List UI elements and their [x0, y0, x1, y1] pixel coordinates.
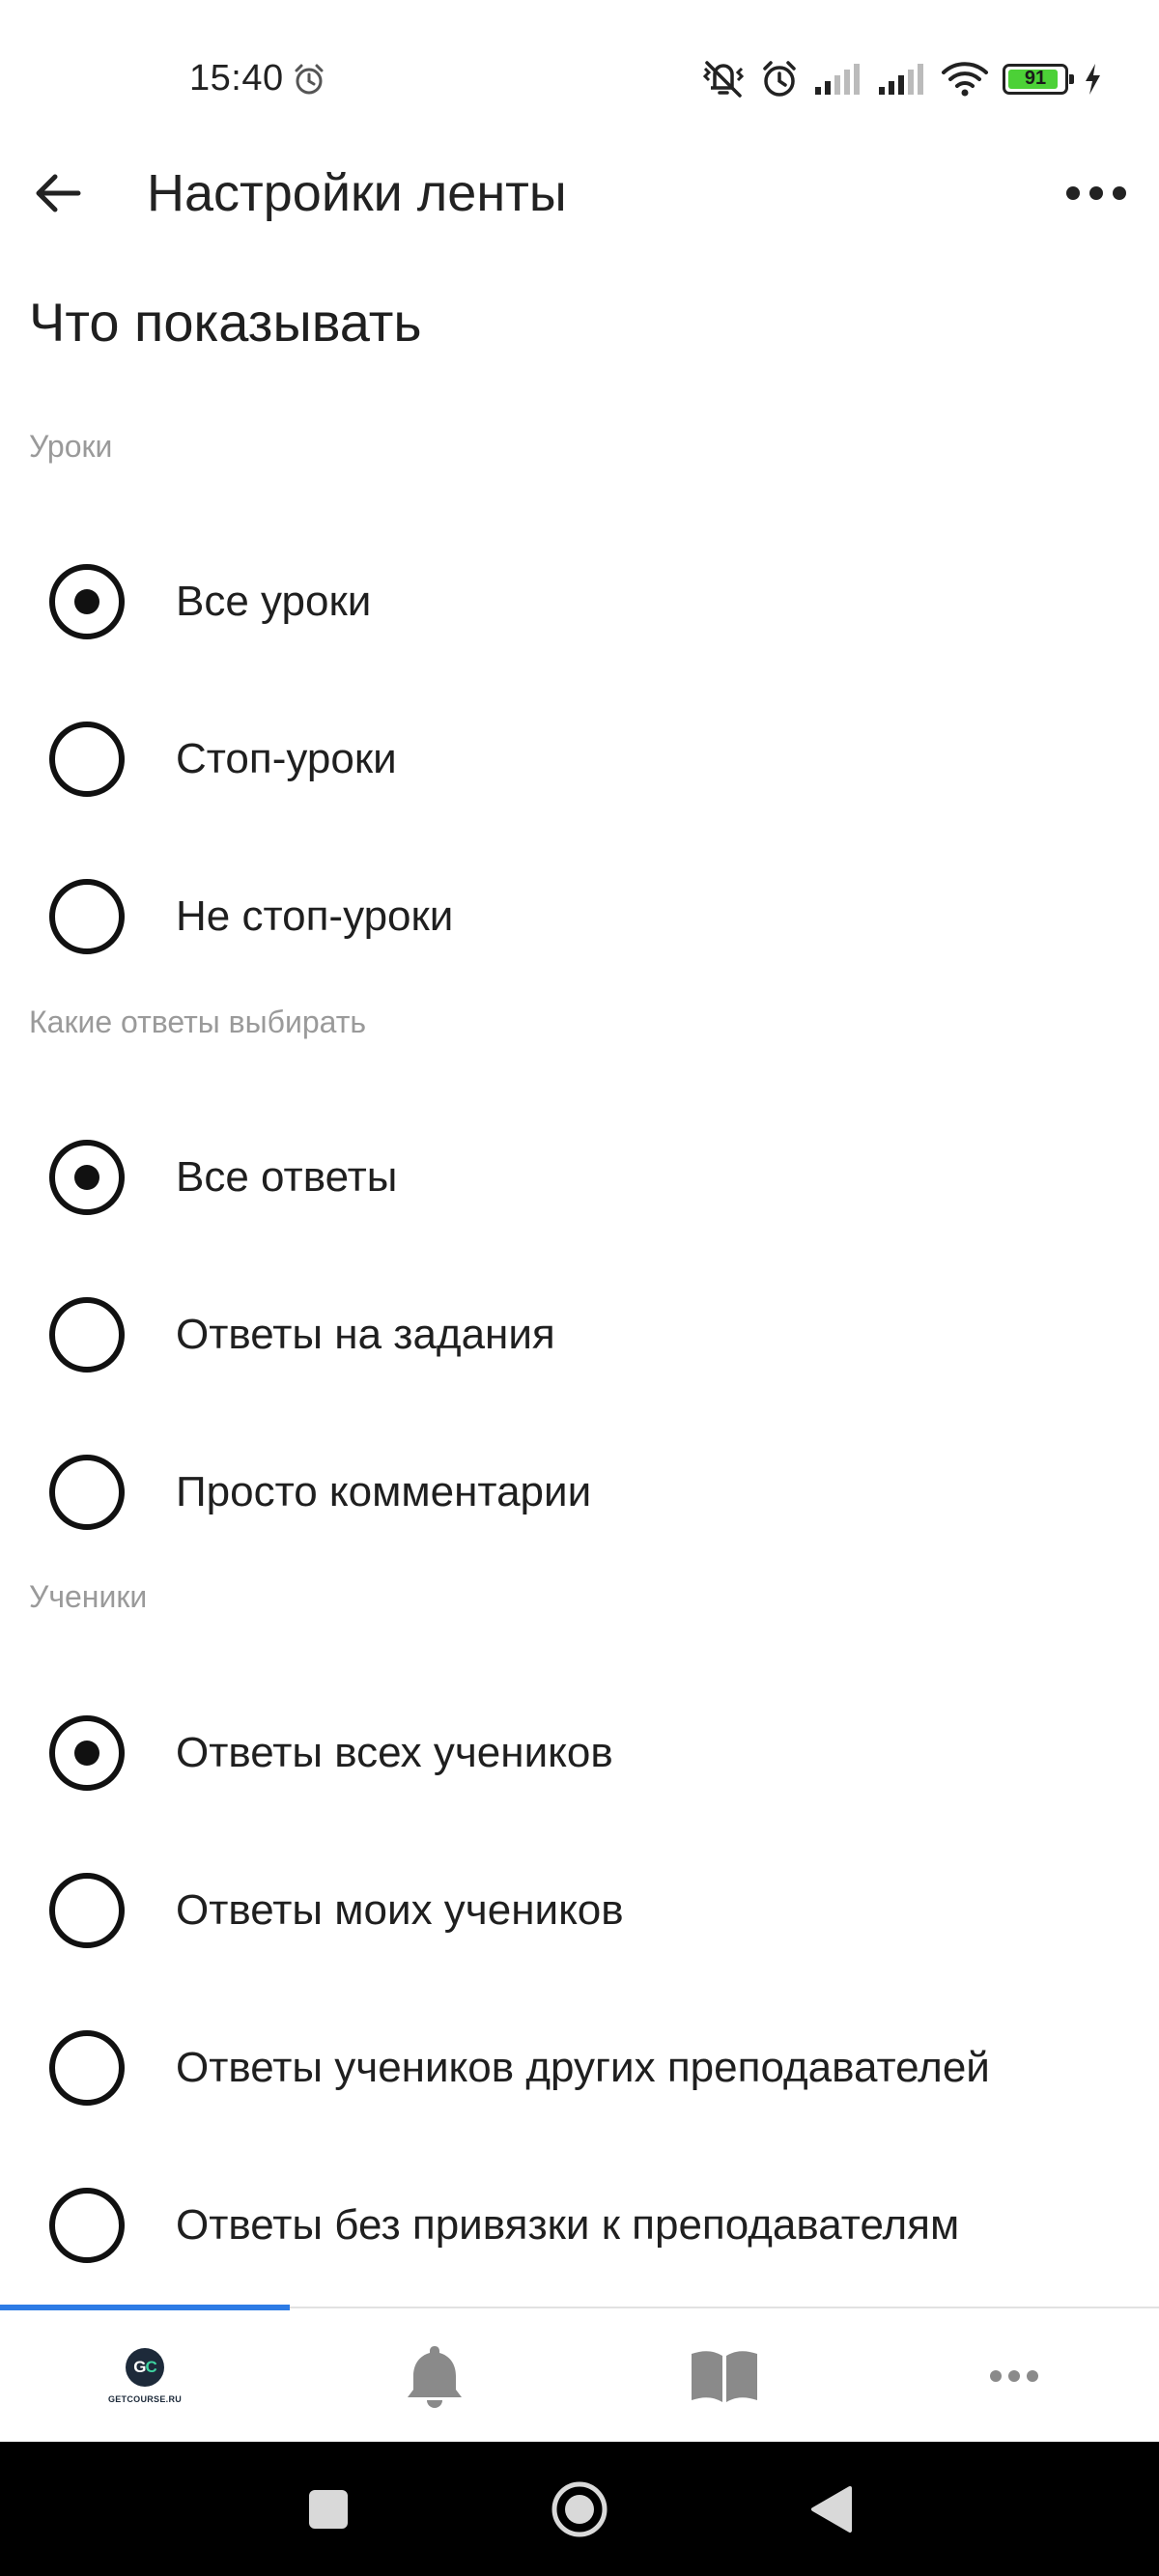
page-title: Настройки ленты [147, 164, 567, 222]
logo-caption: GETCOURSE.RU [107, 2394, 183, 2404]
group-label-students: Ученики [29, 1579, 148, 1614]
radio-just-comments[interactable]: Просто комментарии [0, 1434, 1159, 1550]
more-horizontal-icon [990, 2370, 1038, 2382]
radio-button[interactable] [49, 1297, 125, 1373]
radio-button[interactable] [49, 1140, 125, 1215]
nav-divider [290, 2307, 1159, 2308]
section-heading: Что показывать [29, 292, 422, 353]
radio-selected-dot [74, 1741, 99, 1766]
home-button[interactable] [541, 2471, 618, 2548]
nav-item-getcourse[interactable]: GC GETCOURSE.RU [0, 2310, 290, 2442]
recents-button[interactable] [290, 2471, 367, 2548]
bottom-nav: GC GETCOURSE.RU [0, 2310, 1159, 2442]
logo-text: GC [133, 2358, 157, 2376]
book-icon [692, 2351, 757, 2402]
home-circle-icon [551, 2481, 608, 2537]
radio-button[interactable] [49, 1455, 125, 1530]
radio-label: Стоп-уроки [176, 735, 397, 782]
status-bar: 15:40 91 [0, 0, 1159, 155]
more-horizontal-icon [1066, 186, 1126, 200]
radio-label: Просто комментарии [176, 1468, 592, 1515]
arrow-left-icon [36, 174, 81, 212]
radio-button[interactable] [49, 1873, 125, 1948]
radio-button[interactable] [49, 879, 125, 954]
system-nav-bar [0, 2442, 1159, 2576]
radio-all-students-answers[interactable]: Ответы всех учеников [0, 1695, 1159, 1811]
radio-label: Ответы учеников других преподавателей [176, 2044, 990, 2091]
radio-button[interactable] [49, 722, 125, 797]
app-bar: Настройки ленты [0, 145, 1159, 241]
alarm-icon [295, 64, 324, 95]
radio-all-answers[interactable]: Все ответы [0, 1119, 1159, 1235]
radio-label: Не стоп-уроки [176, 892, 454, 940]
getcourse-logo: GC GETCOURSE.RU [108, 2348, 182, 2404]
logo-circle: GC [125, 2348, 164, 2387]
charging-icon [1086, 64, 1100, 95]
signal-icon [879, 64, 923, 95]
wifi-icon [942, 62, 988, 97]
back-triangle-icon [811, 2486, 852, 2533]
battery-percent: 91 [1024, 68, 1047, 89]
nav-item-more[interactable] [869, 2310, 1159, 2442]
radio-label: Все ответы [176, 1153, 398, 1201]
radio-my-students-answers[interactable]: Ответы моих учеников [0, 1853, 1159, 1968]
radio-label: Ответы моих учеников [176, 1886, 624, 1934]
radio-task-answers[interactable]: Ответы на задания [0, 1277, 1159, 1393]
radio-button[interactable] [49, 2188, 125, 2263]
nav-item-training[interactable] [580, 2310, 869, 2442]
radio-label: Ответы без привязки к преподавателям [176, 2201, 960, 2249]
radio-button[interactable] [49, 1715, 125, 1791]
radio-button[interactable] [49, 564, 125, 639]
status-icons: 91 [701, 58, 1103, 100]
group-label-lessons: Уроки [29, 429, 113, 464]
nav-item-notifications[interactable] [290, 2310, 580, 2442]
battery-icon: 91 [1003, 64, 1074, 95]
status-time: 15:40 [189, 58, 284, 99]
radio-stop-lessons[interactable]: Стоп-уроки [0, 701, 1159, 817]
mute-vibrate-icon [702, 61, 745, 98]
more-options-button[interactable] [1062, 162, 1130, 224]
radio-button[interactable] [49, 2030, 125, 2106]
radio-unassigned-answers[interactable]: Ответы без привязки к преподавателям [0, 2167, 1159, 2283]
radio-label: Ответы всех учеников [176, 1729, 613, 1776]
radio-all-lessons[interactable]: Все уроки [0, 544, 1159, 660]
back-button[interactable] [27, 162, 89, 224]
system-back-button[interactable] [792, 2471, 869, 2548]
radio-selected-dot [74, 589, 99, 614]
radio-non-stop-lessons[interactable]: Не стоп-уроки [0, 859, 1159, 975]
group-label-answers: Какие ответы выбирать [29, 1005, 367, 1039]
signal-icon [815, 64, 860, 95]
radio-other-teachers-answers[interactable]: Ответы учеников других преподавателей [0, 2010, 1159, 2126]
alarm-icon [763, 61, 796, 97]
radio-label: Все уроки [176, 578, 372, 625]
radio-selected-dot [74, 1165, 99, 1190]
radio-label: Ответы на задания [176, 1311, 555, 1358]
recents-square-icon [309, 2490, 348, 2529]
bell-icon [408, 2346, 462, 2408]
